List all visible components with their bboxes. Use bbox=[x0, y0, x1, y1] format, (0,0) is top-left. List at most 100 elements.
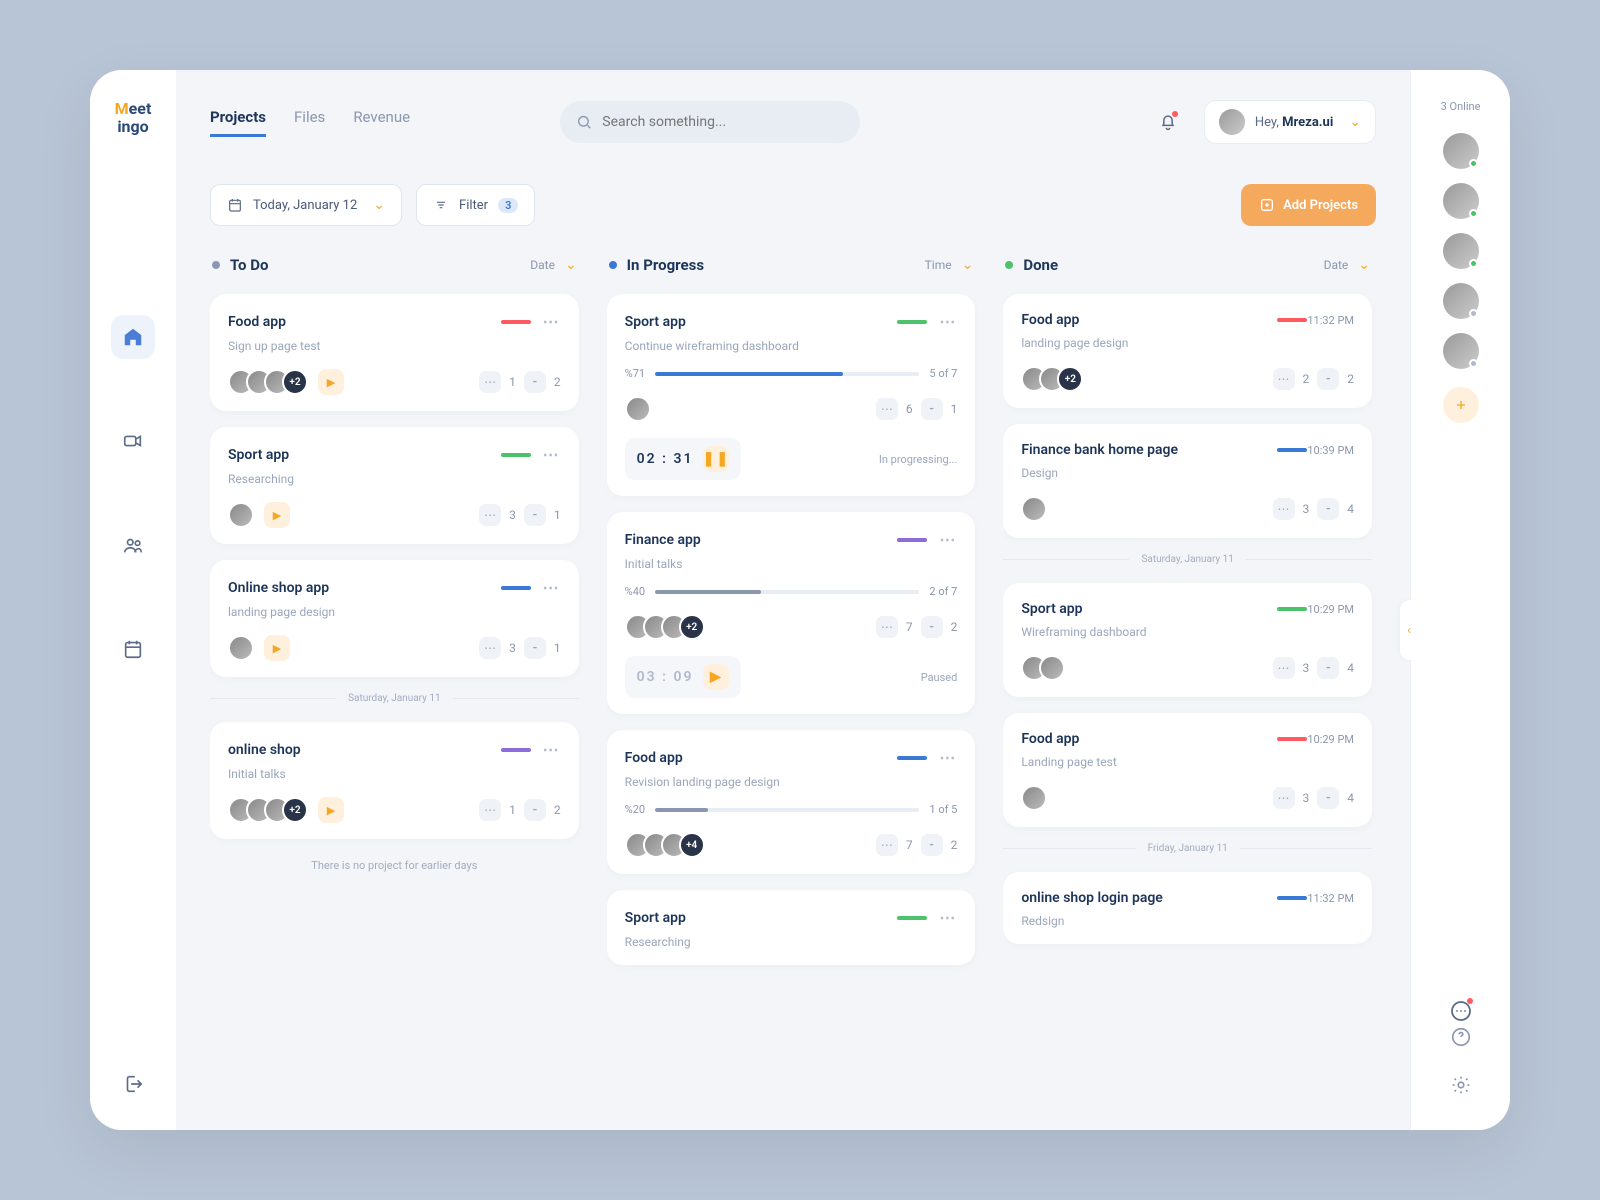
attachments-count: 2 bbox=[951, 620, 958, 634]
card-subtitle: landing page design bbox=[1021, 336, 1354, 350]
plus-icon bbox=[1453, 397, 1469, 413]
color-tag bbox=[1277, 448, 1307, 452]
task-card[interactable]: Finance app⋯Initial talks%402 of 7+2⋯7⁃2… bbox=[607, 512, 976, 714]
presence-avatar[interactable] bbox=[1443, 183, 1479, 219]
card-menu-button[interactable]: ⋯ bbox=[939, 530, 957, 549]
nav-video[interactable] bbox=[111, 419, 155, 463]
comments-count: 3 bbox=[509, 641, 516, 655]
task-card[interactable]: online shop login page11:32 PMRedsign bbox=[1003, 872, 1372, 944]
task-card[interactable]: Sport app⋯Continue wireframing dashboard… bbox=[607, 294, 976, 496]
nav-calendar[interactable] bbox=[111, 627, 155, 671]
comments-icon: ⋯ bbox=[479, 504, 501, 526]
card-menu-button[interactable]: ⋯ bbox=[939, 312, 957, 331]
sort-button[interactable]: Date⌄ bbox=[530, 257, 576, 273]
pause-button[interactable]: ❚❚ bbox=[703, 446, 729, 472]
card-subtitle: Continue wireframing dashboard bbox=[625, 339, 958, 353]
color-tag bbox=[501, 748, 531, 752]
help-button[interactable] bbox=[1450, 1026, 1472, 1052]
sort-button[interactable]: Time⌄ bbox=[925, 257, 974, 273]
card-subtitle: Wireframing dashboard bbox=[1021, 625, 1354, 639]
play-button[interactable]: ▶ bbox=[264, 635, 290, 661]
kanban-board: To DoDate⌄ Food app⋯Sign up page test+2▶… bbox=[210, 256, 1376, 1106]
notifications-button[interactable] bbox=[1150, 104, 1186, 140]
task-card[interactable]: Food app11:32 PMlanding page design+2⋯2⁃… bbox=[1003, 294, 1372, 408]
nav-home[interactable] bbox=[111, 315, 155, 359]
tab-projects[interactable]: Projects bbox=[210, 108, 266, 137]
avatar-group: +2 bbox=[228, 797, 300, 823]
task-card[interactable]: Sport app⋯Researching bbox=[607, 890, 976, 965]
avatar-more: +2 bbox=[282, 797, 308, 823]
task-card[interactable]: Food app⋯Sign up page test+2▶⋯1⁃2 bbox=[210, 294, 579, 411]
task-card[interactable]: Sport app10:29 PMWireframing dashboard⋯3… bbox=[1003, 583, 1372, 697]
attachments-icon: ⁃ bbox=[921, 834, 943, 856]
home-icon bbox=[122, 326, 144, 348]
presence-avatar[interactable] bbox=[1443, 283, 1479, 319]
task-card[interactable]: Sport app⋯Researching▶⋯3⁃1 bbox=[210, 427, 579, 544]
task-card[interactable]: Food app10:29 PMLanding page test⋯3⁃4 bbox=[1003, 713, 1372, 827]
attachments-count: 1 bbox=[554, 508, 561, 522]
play-button[interactable]: ▶ bbox=[318, 369, 344, 395]
column-done: DoneDate⌄ Food app11:32 PMlanding page d… bbox=[1003, 256, 1376, 1106]
settings-button[interactable] bbox=[1450, 1074, 1472, 1100]
card-subtitle: Initial talks bbox=[228, 767, 561, 781]
attachments-icon: ⁃ bbox=[1317, 657, 1339, 679]
card-subtitle: Researching bbox=[625, 935, 958, 949]
card-menu-button[interactable]: ⋯ bbox=[543, 578, 561, 597]
card-menu-button[interactable]: ⋯ bbox=[543, 740, 561, 759]
comments-count: 3 bbox=[1303, 791, 1310, 805]
card-menu-button[interactable]: ⋯ bbox=[543, 312, 561, 331]
collapse-panel-button[interactable]: ‹ bbox=[1400, 600, 1418, 660]
presence-list bbox=[1443, 133, 1479, 423]
tab-files[interactable]: Files bbox=[294, 108, 325, 137]
empty-notice: There is no project for earlier days bbox=[210, 859, 579, 872]
card-menu-button[interactable]: ⋯ bbox=[939, 908, 957, 927]
presence-avatar[interactable] bbox=[1443, 233, 1479, 269]
card-menu-button[interactable]: ⋯ bbox=[543, 445, 561, 464]
user-menu[interactable]: Hey, Mreza.ui ⌄ bbox=[1204, 100, 1376, 144]
play-button[interactable]: ▶ bbox=[703, 664, 729, 690]
presence-avatar[interactable] bbox=[1443, 133, 1479, 169]
filter-count-badge: 3 bbox=[498, 198, 518, 213]
users-icon bbox=[122, 534, 144, 556]
search-icon bbox=[576, 113, 592, 131]
chat-button[interactable] bbox=[1446, 996, 1476, 1026]
card-title: Food app bbox=[1021, 731, 1277, 747]
add-projects-button[interactable]: Add Projects bbox=[1241, 184, 1376, 226]
card-menu-button[interactable]: ⋯ bbox=[939, 748, 957, 767]
avatar-more: +2 bbox=[1057, 366, 1083, 392]
comments-count: 7 bbox=[906, 620, 913, 634]
filter-button[interactable]: Filter 3 bbox=[416, 184, 535, 226]
card-title: Food app bbox=[228, 314, 501, 330]
sort-button[interactable]: Date⌄ bbox=[1324, 257, 1370, 273]
task-card[interactable]: Online shop app⋯landing page design▶⋯3⁃1 bbox=[210, 560, 579, 677]
search[interactable] bbox=[560, 101, 860, 143]
search-input[interactable] bbox=[602, 114, 844, 130]
task-card[interactable]: online shop⋯Initial talks+2▶⋯1⁃2 bbox=[210, 722, 579, 839]
avatar-group: +2 bbox=[1021, 366, 1075, 392]
tab-revenue[interactable]: Revenue bbox=[353, 108, 410, 137]
card-time: 11:32 PM bbox=[1307, 314, 1354, 327]
calendar-icon bbox=[122, 638, 144, 660]
presence-avatar[interactable] bbox=[1443, 333, 1479, 369]
task-card[interactable]: Food app⋯Revision landing page design%20… bbox=[607, 730, 976, 874]
attachments-icon: ⁃ bbox=[524, 637, 546, 659]
play-button[interactable]: ▶ bbox=[318, 797, 344, 823]
avatar-more: +4 bbox=[679, 832, 705, 858]
sidebar: Meetingo bbox=[90, 70, 176, 1130]
card-title: Finance app bbox=[625, 532, 898, 548]
column-title: To Do bbox=[230, 256, 530, 274]
avatar-more: +2 bbox=[282, 369, 308, 395]
date-divider: Saturday, January 11 bbox=[1003, 554, 1372, 565]
attachments-count: 1 bbox=[951, 402, 958, 416]
timer: 03 : 09▶ bbox=[625, 656, 742, 698]
task-card[interactable]: Finance bank home page10:39 PMDesign⋯3⁃4 bbox=[1003, 424, 1372, 538]
date-picker-button[interactable]: Today, January 12 ⌄ bbox=[210, 184, 402, 226]
chevron-down-icon: ⌄ bbox=[373, 197, 385, 213]
comments-icon: ⋯ bbox=[1273, 368, 1295, 390]
nav-logout[interactable] bbox=[111, 1062, 155, 1106]
nav-team[interactable] bbox=[111, 523, 155, 567]
avatar-group bbox=[1021, 785, 1039, 811]
add-presence-button[interactable] bbox=[1443, 387, 1479, 423]
avatar bbox=[228, 502, 254, 528]
play-button[interactable]: ▶ bbox=[264, 502, 290, 528]
